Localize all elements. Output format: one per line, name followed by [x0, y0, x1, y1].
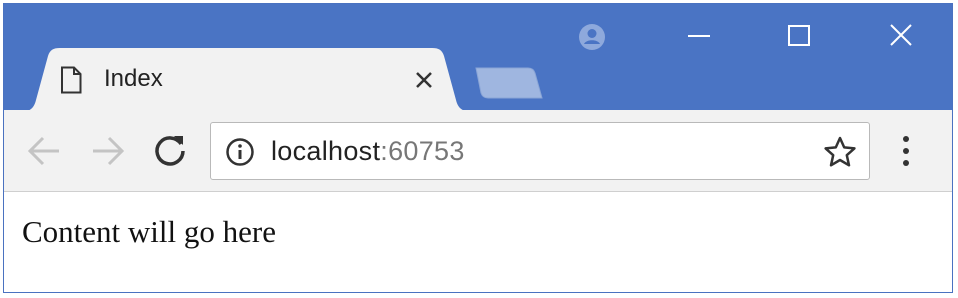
tab-title: Index — [104, 65, 163, 92]
url-port: :60753 — [380, 136, 465, 166]
page-icon — [60, 66, 82, 99]
new-tab-button[interactable] — [472, 66, 544, 100]
tab-close-icon[interactable] — [410, 66, 438, 94]
close-icon[interactable] — [886, 20, 916, 55]
content-text: Content will go here — [22, 214, 276, 249]
tab-background — [20, 48, 474, 112]
browser-toolbar: localhost:60753 — [4, 110, 952, 192]
back-arrow-icon[interactable] — [26, 134, 62, 173]
menu-icon[interactable] — [900, 134, 912, 173]
info-icon[interactable] — [225, 137, 255, 172]
tab-index[interactable]: Index — [20, 48, 474, 112]
forward-arrow-icon[interactable] — [90, 134, 126, 173]
profile-icon[interactable] — [578, 23, 606, 56]
url-text: localhost:60753 — [271, 136, 465, 167]
minimize-icon[interactable] — [684, 20, 714, 55]
page-content: Content will go here — [4, 192, 952, 292]
maximize-icon[interactable] — [784, 20, 814, 55]
url-host: localhost — [271, 136, 381, 166]
star-icon[interactable] — [823, 135, 857, 174]
title-bar: Index — [4, 4, 952, 112]
address-bar[interactable]: localhost:60753 — [210, 122, 870, 180]
reload-icon[interactable] — [152, 133, 188, 174]
browser-window: Index localhost:60753 Content will go he… — [3, 3, 953, 293]
